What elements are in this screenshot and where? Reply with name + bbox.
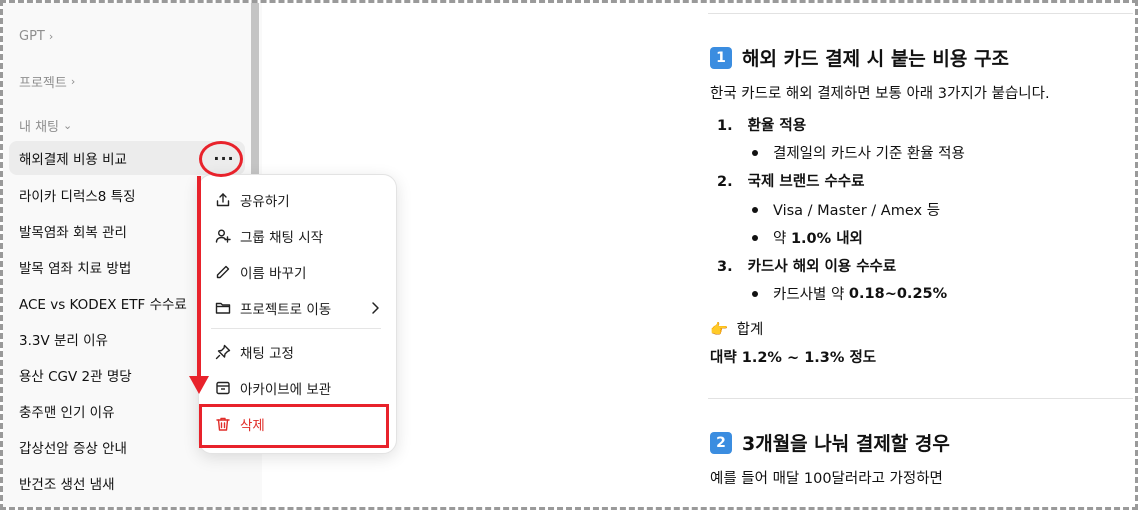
- keycap-number-badge: 1: [710, 46, 732, 69]
- heading-text: 해외 카드 결제 시 붙는 비용 구조: [742, 48, 1009, 70]
- bullet-dot: [752, 206, 758, 213]
- bullet-bold: 0.18~0.25%: [848, 285, 948, 302]
- menu-item-pin[interactable]: 채팅 고정: [205, 336, 391, 368]
- menu-label: 공유하기: [240, 194, 290, 210]
- section-divider: [708, 398, 1133, 399]
- projects-label: 프로젝트: [19, 76, 67, 91]
- list-number: 2.: [717, 174, 733, 190]
- heading-text: 3개월을 나눠 결제할 경우: [742, 433, 950, 455]
- sidebar-section-projects[interactable]: 프로젝트 ›: [19, 72, 75, 91]
- menu-divider: [211, 328, 381, 329]
- sidebar-scrollbar[interactable]: [251, 3, 259, 183]
- bullet-text: 결제일의 카드사 기준 환율 적용: [773, 146, 965, 162]
- annotation-arrow-line: [197, 176, 201, 380]
- list-title: 카드사 해외 이용 수수료: [747, 259, 897, 275]
- list-item: 2. 국제 브랜드 수수료: [717, 170, 865, 191]
- chat-item[interactable]: 반건조 생선 냄새: [9, 466, 245, 500]
- bullet-item: 결제일의 카드사 기준 환율 적용: [752, 142, 965, 163]
- chat-title: 용산 CGV 2관 명당: [19, 369, 132, 385]
- total-label-line: 👉 합계: [710, 318, 763, 339]
- share-icon: [216, 193, 230, 207]
- bullet-dot: [752, 290, 758, 297]
- chevron-right-icon: ›: [70, 75, 76, 88]
- bullet-item: Visa / Master / Amex 등: [752, 199, 940, 220]
- menu-label: 그룹 채팅 시작: [240, 230, 324, 246]
- list-title: 국제 브랜드 수수료: [747, 174, 865, 190]
- gpt-label: GPT: [19, 29, 45, 44]
- chevron-down-icon: ⌄: [63, 119, 73, 132]
- chevron-right-icon: ›: [48, 30, 54, 43]
- pencil-icon: [216, 265, 230, 279]
- more-button-highlight-circle: [199, 141, 243, 177]
- menu-item-group-chat[interactable]: 그룹 채팅 시작: [205, 220, 391, 252]
- section-divider: [708, 13, 1133, 14]
- menu-item-share[interactable]: 공유하기: [205, 184, 391, 216]
- section-2-paragraph: 예를 들어 매달 100달러라고 가정하면: [710, 471, 943, 487]
- pin-icon: [215, 344, 231, 360]
- folder-icon: [215, 302, 231, 314]
- list-item: 1. 환율 적용: [717, 114, 806, 135]
- pointing-hand-icon: 👉: [710, 322, 729, 338]
- list-number: 3.: [717, 259, 733, 275]
- sidebar-section-gpt[interactable]: GPT ›: [19, 29, 53, 44]
- list-item: 3. 카드사 해외 이용 수수료: [717, 255, 896, 276]
- bullet-item: 카드사별 약 0.18~0.25%: [752, 283, 947, 304]
- sidebar-section-my-chats[interactable]: 내 채팅 ⌄: [19, 116, 72, 135]
- menu-item-rename[interactable]: 이름 바꾸기: [205, 256, 391, 288]
- chat-title: 충주맨 인기 이유: [19, 405, 115, 421]
- person-add-icon: [215, 229, 231, 243]
- bullet-item: 약 1.0% 내외: [752, 227, 863, 248]
- bullet-text: 카드사별 약: [773, 287, 849, 303]
- delete-highlight-box: [199, 404, 389, 448]
- list-number: 1.: [717, 118, 733, 134]
- menu-label: 아카이브에 보관: [240, 382, 332, 398]
- section-heading-1: 1 해외 카드 결제 시 붙는 비용 구조: [710, 44, 1009, 71]
- bullet-dot: [752, 149, 758, 156]
- intro-paragraph: 한국 카드로 해외 결제하면 보통 아래 3가지가 붙습니다.: [710, 86, 1050, 102]
- chat-title: 발목 염좌 치료 방법: [19, 261, 132, 277]
- chevron-right-icon: [372, 302, 379, 314]
- chat-title: 3.3V 분리 이유: [19, 333, 108, 349]
- archive-icon: [216, 381, 230, 395]
- bullet-dot: [752, 234, 758, 241]
- menu-label: 채팅 고정: [240, 346, 294, 362]
- total-value: 대략 1.2% ~ 1.3% 정도: [710, 350, 877, 366]
- total-label: 합계: [736, 322, 764, 338]
- bullet-text: 약: [773, 231, 791, 247]
- keycap-number-badge: 2: [710, 431, 732, 454]
- bullet-bold: 1.0% 내외: [790, 231, 863, 247]
- chat-title: ACE vs KODEX ETF 수수료: [19, 297, 187, 313]
- bullet-text: Visa / Master / Amex 등: [773, 203, 941, 219]
- chat-title: 해외결제 비용 비교: [19, 152, 127, 168]
- chat-title: 발목염좌 회복 관리: [19, 225, 127, 241]
- menu-label: 프로젝트로 이동: [240, 302, 332, 318]
- menu-item-archive[interactable]: 아카이브에 보관: [205, 372, 391, 404]
- menu-label: 이름 바꾸기: [240, 266, 307, 282]
- annotation-arrow-head: [189, 376, 209, 394]
- chat-title: 반건조 생선 냄새: [19, 477, 115, 493]
- chat-title: 라이카 디럭스8 특징: [19, 189, 136, 205]
- menu-item-move-to-project[interactable]: 프로젝트로 이동: [205, 292, 391, 324]
- my-chats-label: 내 채팅: [19, 120, 60, 135]
- chat-title: 갑상선암 증상 안내: [19, 441, 127, 457]
- list-title: 환율 적용: [747, 118, 807, 134]
- section-heading-2: 2 3개월을 나눠 결제할 경우: [710, 429, 950, 456]
